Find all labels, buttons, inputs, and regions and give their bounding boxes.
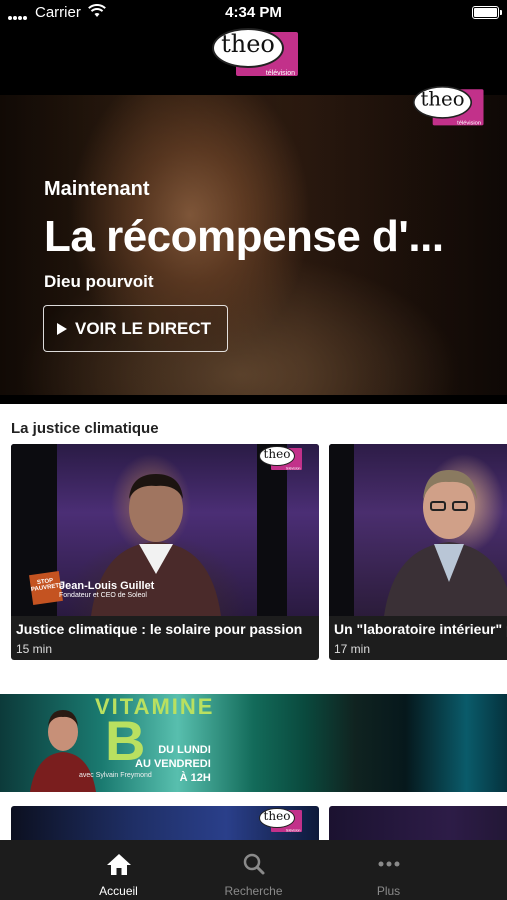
status-bar: Carrier 4:34 PM xyxy=(0,0,507,26)
play-icon xyxy=(57,322,67,335)
video-card-duration: 15 min xyxy=(16,642,53,656)
host-name: avec Sylvain Freymond xyxy=(79,772,152,779)
hero-channel-logo: theo télévision xyxy=(413,86,484,127)
home-icon xyxy=(107,854,131,875)
guest-image xyxy=(384,470,507,616)
card-channel-logo: theo télévision xyxy=(259,446,302,471)
battery-icon xyxy=(472,6,502,19)
video-card[interactable]: STOP PAUVRETÉ Jean-Louis Guillet Fondate… xyxy=(11,444,319,660)
hero-title: La récompense d'... xyxy=(44,212,444,261)
section-title: La justice climatique xyxy=(11,420,159,437)
video-thumbnail: STOP PAUVRETÉ Jean-Louis Guillet Fondate… xyxy=(11,444,319,616)
card-channel-logo: theo télévision xyxy=(259,808,302,833)
stop-pauvrete-badge: STOP PAUVRETÉ xyxy=(29,571,63,605)
clock: 4:34 PM xyxy=(225,4,282,21)
tab-bar: Accueil Recherche Plus xyxy=(0,840,507,900)
video-card[interactable]: Un "laboratoire intérieur" p 17 min xyxy=(329,444,507,660)
hero-subtitle: Dieu pourvoit xyxy=(44,272,154,291)
watch-live-label: VOIR LE DIRECT xyxy=(75,318,212,338)
vitamine-b-banner[interactable]: VITAMINE B DU LUNDI AU VENDREDI À 12H av… xyxy=(0,694,507,792)
video-card-title: Un "laboratoire intérieur" p xyxy=(334,621,507,637)
more-icon xyxy=(378,861,400,867)
hero-kicker: Maintenant xyxy=(44,178,150,200)
video-card-duration: 17 min xyxy=(334,642,371,656)
search-icon xyxy=(243,853,265,875)
theo-logo[interactable]: theo télévision xyxy=(212,28,298,78)
watch-live-button[interactable]: VOIR LE DIRECT xyxy=(43,305,228,352)
top-area: Carrier 4:34 PM theo télévision theo tél… xyxy=(0,0,507,404)
tab-label: Plus xyxy=(376,884,401,898)
video-card-title: Justice climatique : le solaire pour pas… xyxy=(16,621,303,637)
video-thumbnail xyxy=(329,444,507,616)
tab-plus[interactable]: Plus xyxy=(304,840,473,900)
lower-third: Jean-Louis Guillet Fondateur et CEO de S… xyxy=(59,580,155,599)
